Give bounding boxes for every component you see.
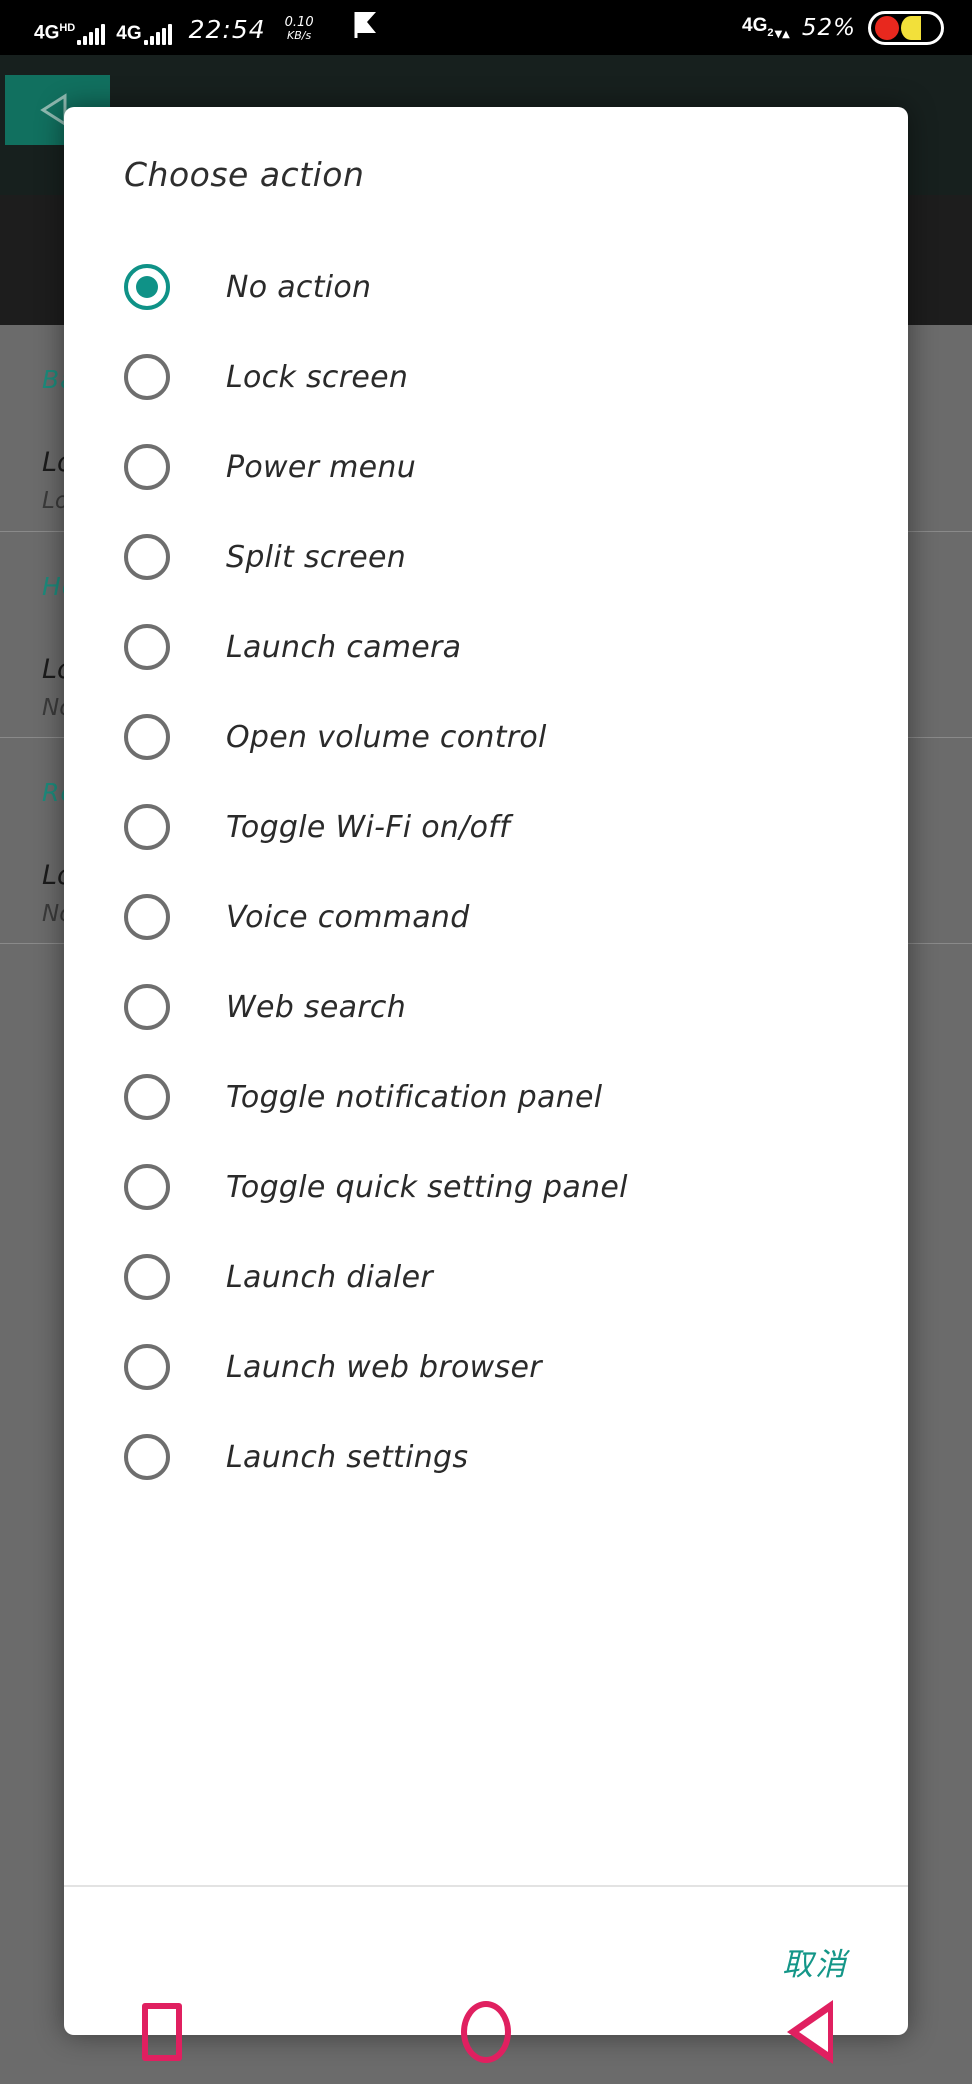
dialog-title: Choose action <box>124 155 365 194</box>
action-option-row[interactable]: Launch web browser <box>64 1322 908 1412</box>
radio-unselected-icon[interactable] <box>124 624 170 670</box>
radio-unselected-icon[interactable] <box>124 1434 170 1480</box>
action-option-row[interactable]: Launch camera <box>64 602 908 692</box>
action-option-row[interactable]: Open volume control <box>64 692 908 782</box>
radio-unselected-icon[interactable] <box>124 354 170 400</box>
radio-unselected-icon[interactable] <box>124 1254 170 1300</box>
action-option-label: Power menu <box>226 449 417 485</box>
action-option-row[interactable]: Lock screen <box>64 332 908 422</box>
battery-icon <box>868 10 944 45</box>
signal-bars-icon <box>143 23 172 45</box>
signal-4g-icon: 4G <box>116 22 172 45</box>
radio-unselected-icon[interactable] <box>124 894 170 940</box>
action-option-label: Launch dialer <box>226 1259 433 1295</box>
network-right-sub: 2 <box>767 26 774 39</box>
square-recents-icon[interactable] <box>102 1980 222 2084</box>
recents-square-shape <box>142 2003 182 2061</box>
action-option-label: Toggle Wi-Fi on/off <box>226 809 510 845</box>
radio-unselected-icon[interactable] <box>124 1074 170 1120</box>
data-rate-unit: KB/s <box>287 28 312 42</box>
status-bar-left: 4GHD 4G 22:54 0.10 KB/s <box>0 11 379 45</box>
action-option-row[interactable]: Split screen <box>64 512 908 602</box>
radio-unselected-icon[interactable] <box>124 444 170 490</box>
action-option-label: No action <box>226 269 372 305</box>
action-option-row[interactable]: Launch dialer <box>64 1232 908 1322</box>
action-option-row[interactable]: No action <box>64 242 908 332</box>
radio-selected-icon[interactable] <box>124 264 170 310</box>
signal-4ghd-icon: 4GHD <box>34 22 106 45</box>
action-options-list: No action Lock screen Power menu Split scre… <box>64 242 908 1881</box>
signal-bars-icon <box>77 23 106 45</box>
data-rate-indicator: 0.10 KB/s <box>285 16 314 41</box>
status-bar-right: 4G2 ▼▲ 52% <box>742 10 972 45</box>
radio-unselected-icon[interactable] <box>124 804 170 850</box>
navigation-bar <box>0 1980 972 2084</box>
flag-check-icon <box>353 9 379 43</box>
action-option-row[interactable]: Web search <box>64 962 908 1052</box>
network-label-primary-sup: HD <box>59 22 76 35</box>
battery-cell-red <box>875 15 899 40</box>
battery-percent-label: 52% <box>801 14 856 41</box>
action-option-label: Web search <box>226 989 407 1025</box>
action-option-row[interactable]: Toggle quick setting panel <box>64 1142 908 1232</box>
battery-cell-yellow <box>901 15 921 40</box>
network-4g2-icon: 4G2 ▼▲ <box>742 16 790 39</box>
circle-home-icon[interactable] <box>426 1980 546 2084</box>
action-option-label: Launch settings <box>226 1439 469 1475</box>
action-option-row[interactable]: Toggle Wi-Fi on/off <box>64 782 908 872</box>
action-option-label: Open volume control <box>226 719 547 755</box>
cancel-button[interactable]: 取消 <box>782 1939 848 1984</box>
action-option-row[interactable]: Toggle notification panel <box>64 1052 908 1142</box>
action-option-label: Toggle quick setting panel <box>226 1169 628 1205</box>
radio-unselected-icon[interactable] <box>124 534 170 580</box>
action-option-label: Toggle notification panel <box>226 1079 603 1115</box>
choose-action-dialog: Choose action No action Lock screen Power … <box>64 107 908 2035</box>
data-rate-value: 0.10 <box>284 15 314 31</box>
status-bar-clock: 22:54 <box>188 14 266 44</box>
action-option-row[interactable]: Launch settings <box>64 1412 908 1502</box>
network-label-secondary: 4G <box>116 22 142 44</box>
data-arrows-icon: ▼▲ <box>774 28 790 40</box>
action-option-row[interactable]: Voice command <box>64 872 908 962</box>
action-option-label: Lock screen <box>226 359 409 395</box>
home-circle-shape <box>461 2001 511 2063</box>
radio-unselected-icon[interactable] <box>124 1344 170 1390</box>
action-option-row[interactable]: Power menu <box>64 422 908 512</box>
action-option-label: Voice command <box>226 899 470 935</box>
action-option-label: Launch web browser <box>226 1349 542 1385</box>
back-triangle-shape <box>787 2000 833 2064</box>
triangle-back-icon[interactable] <box>750 1980 870 2084</box>
action-option-label: Launch camera <box>226 629 462 665</box>
radio-unselected-icon[interactable] <box>124 1164 170 1210</box>
radio-unselected-icon[interactable] <box>124 714 170 760</box>
radio-unselected-icon[interactable] <box>124 984 170 1030</box>
network-right-label: 4G <box>742 15 768 37</box>
action-option-label: Split screen <box>226 539 407 575</box>
network-label-primary: 4G <box>34 22 60 44</box>
status-bar: 4GHD 4G 22:54 0.10 KB/s 4G2 ▼▲ 52% <box>0 0 972 55</box>
